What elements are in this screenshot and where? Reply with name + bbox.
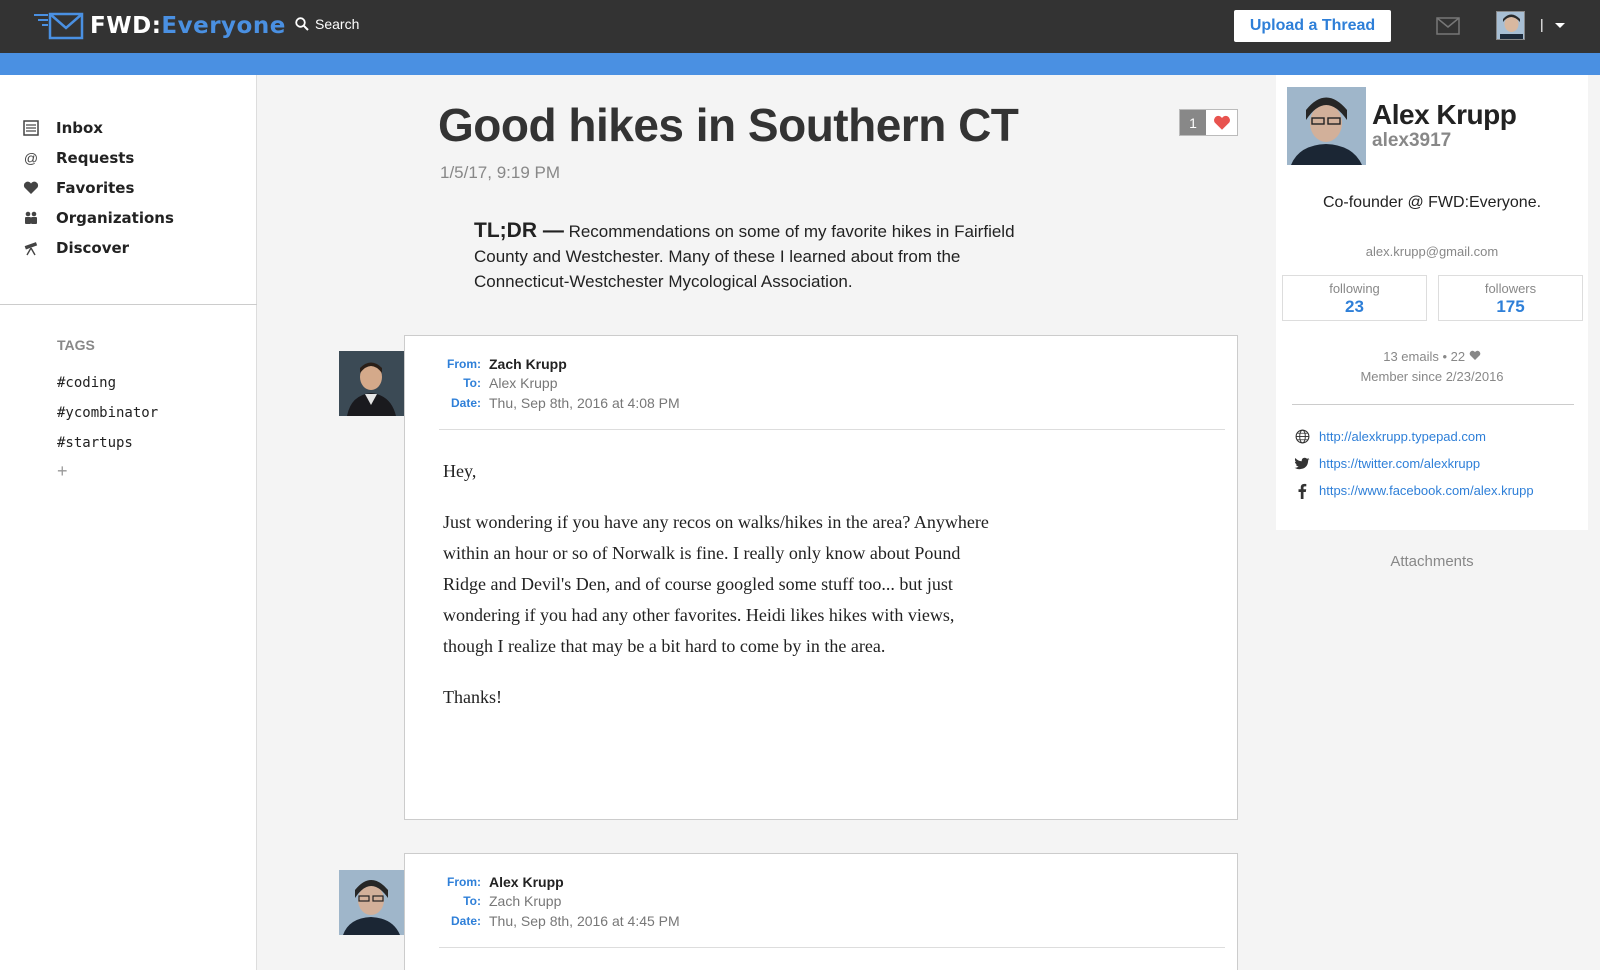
following-stat[interactable]: following 23 <box>1282 275 1427 321</box>
left-sidebar: Inbox @ Requests Favorites Organizations… <box>0 75 257 970</box>
sidebar-item-label: Organizations <box>56 209 174 227</box>
date-label: Date: <box>450 395 481 410</box>
heart-icon <box>22 179 40 197</box>
mail-icon[interactable] <box>1436 17 1460 40</box>
following-label: following <box>1329 281 1380 296</box>
link-url: https://twitter.com/alexkrupp <box>1319 456 1481 471</box>
twitter-icon <box>1294 456 1310 472</box>
tag-item[interactable]: #startups <box>57 428 158 458</box>
to-value: Alex Krupp <box>489 375 558 392</box>
link-url: https://www.facebook.com/alex.krupp <box>1319 483 1534 498</box>
bullet: • <box>1442 349 1448 364</box>
profile-panel: Alex Krupp alex3917 Co-founder @ FWD:Eve… <box>1276 75 1588 530</box>
inbox-icon <box>22 119 40 137</box>
profile-avatar[interactable] <box>1287 87 1366 165</box>
likes-count: 22 <box>1450 349 1466 364</box>
heart-icon <box>1469 350 1481 360</box>
date-label: Date: <box>450 913 481 928</box>
email-count: 13 emails <box>1383 349 1439 364</box>
thread-title: Good hikes in Southern CT <box>438 99 1019 151</box>
envelope-logo-icon <box>34 11 84 41</box>
globe-icon <box>1294 429 1310 445</box>
profile-divider <box>1292 404 1574 405</box>
message-card: From: Alex Krupp To: Zach Krupp Date: Thu, … <box>404 853 1238 970</box>
followers-label: followers <box>1484 281 1537 296</box>
add-tag-button[interactable]: + <box>57 461 68 482</box>
from-value[interactable]: Alex Krupp <box>489 874 564 890</box>
to-label: To: <box>463 376 481 391</box>
header-divider <box>439 429 1225 430</box>
date-value: Thu, Sep 8th, 2016 at 4:45 PM <box>489 912 680 929</box>
sidebar-item-label: Discover <box>56 239 130 257</box>
sidebar-item-inbox[interactable]: Inbox <box>22 113 174 143</box>
like-button[interactable]: 1 <box>1179 109 1238 136</box>
sidebar-item-label: Requests <box>56 149 135 167</box>
chevron-down-icon[interactable] <box>1555 23 1565 28</box>
message-card: From: Zach Krupp To: Alex Krupp Date: Thu, … <box>404 335 1238 820</box>
profile-name: Alex Krupp <box>1372 99 1517 130</box>
body-paragraph: Thanks! <box>443 687 502 707</box>
sidebar-divider <box>0 304 257 305</box>
profile-handle: alex3917 <box>1372 130 1452 151</box>
logo[interactable]: FWD:Everyone <box>34 11 286 41</box>
user-avatar[interactable] <box>1496 11 1525 40</box>
profile-links: http://alexkrupp.typepad.com https://twi… <box>1294 423 1534 504</box>
from-value[interactable]: Zach Krupp <box>489 356 567 372</box>
tag-item[interactable]: #coding <box>57 368 158 398</box>
tldr-summary: TL;DR — Recommendations on some of my fa… <box>474 218 1054 294</box>
sidebar-item-requests[interactable]: @ Requests <box>22 143 174 173</box>
search-icon <box>295 17 309 31</box>
top-navbar: FWD:Everyone Search Upload a Thread | <box>0 0 1600 53</box>
message-header: From: Zach Krupp To: Alex Krupp Date: Thu, … <box>443 354 680 413</box>
from-label: From: <box>447 874 481 889</box>
twitter-link[interactable]: https://twitter.com/alexkrupp <box>1294 450 1534 477</box>
search-label: Search <box>315 16 360 32</box>
sidebar-item-favorites[interactable]: Favorites <box>22 173 174 203</box>
link-url: http://alexkrupp.typepad.com <box>1319 429 1486 444</box>
people-icon <box>22 209 40 227</box>
tags-heading: TAGS <box>57 337 95 353</box>
thread-date: 1/5/17, 9:19 PM <box>440 163 561 182</box>
to-value: Zach Krupp <box>489 893 562 910</box>
sidebar-nav: Inbox @ Requests Favorites Organizations… <box>22 113 174 263</box>
sidebar-item-organizations[interactable]: Organizations <box>22 203 174 233</box>
tag-list: #coding #ycombinator #startups <box>57 368 158 458</box>
sender-avatar[interactable] <box>339 351 404 416</box>
website-link[interactable]: http://alexkrupp.typepad.com <box>1294 423 1534 450</box>
upload-thread-button[interactable]: Upload a Thread <box>1234 10 1391 42</box>
body-paragraph: Just wondering if you have any recos on … <box>443 512 989 656</box>
search-button[interactable]: Search <box>295 16 359 32</box>
message-header: From: Alex Krupp To: Zach Krupp Date: Thu, … <box>443 872 680 931</box>
heart-icon <box>1206 110 1237 135</box>
logo-text: FWD:Everyone <box>90 13 286 39</box>
profile-email[interactable]: alex.krupp@gmail.com <box>1276 244 1588 259</box>
sidebar-item-label: Favorites <box>56 179 135 197</box>
following-count: 23 <box>1345 297 1364 316</box>
message-body: Hey, Just wondering if you have any reco… <box>443 456 1003 733</box>
at-icon: @ <box>23 150 39 166</box>
body-paragraph: Hey, <box>443 461 477 481</box>
like-count: 1 <box>1180 110 1206 135</box>
sender-avatar[interactable] <box>339 870 404 935</box>
tldr-label: TL;DR — <box>474 219 564 242</box>
navbar-divider: | <box>1540 16 1544 32</box>
sidebar-item-discover[interactable]: Discover <box>22 233 174 263</box>
tag-item[interactable]: #ycombinator <box>57 398 158 428</box>
followers-stat[interactable]: followers 175 <box>1438 275 1583 321</box>
attachments-heading: Attachments <box>1390 553 1474 570</box>
header-divider <box>439 947 1225 948</box>
profile-bio: Co-founder @ FWD:Everyone. <box>1322 194 1542 211</box>
telescope-icon <box>22 239 40 257</box>
date-value: Thu, Sep 8th, 2016 at 4:08 PM <box>489 394 680 411</box>
accent-bar <box>0 53 1600 75</box>
profile-meta: 13 emails • 22 Member since 2/23/2016 <box>1276 347 1588 387</box>
facebook-link[interactable]: https://www.facebook.com/alex.krupp <box>1294 477 1534 504</box>
followers-count: 175 <box>1496 297 1525 316</box>
sidebar-item-label: Inbox <box>56 119 103 137</box>
to-label: To: <box>463 894 481 909</box>
from-label: From: <box>447 356 481 371</box>
member-since: Member since 2/23/2016 <box>1360 369 1504 384</box>
facebook-icon <box>1294 483 1310 499</box>
